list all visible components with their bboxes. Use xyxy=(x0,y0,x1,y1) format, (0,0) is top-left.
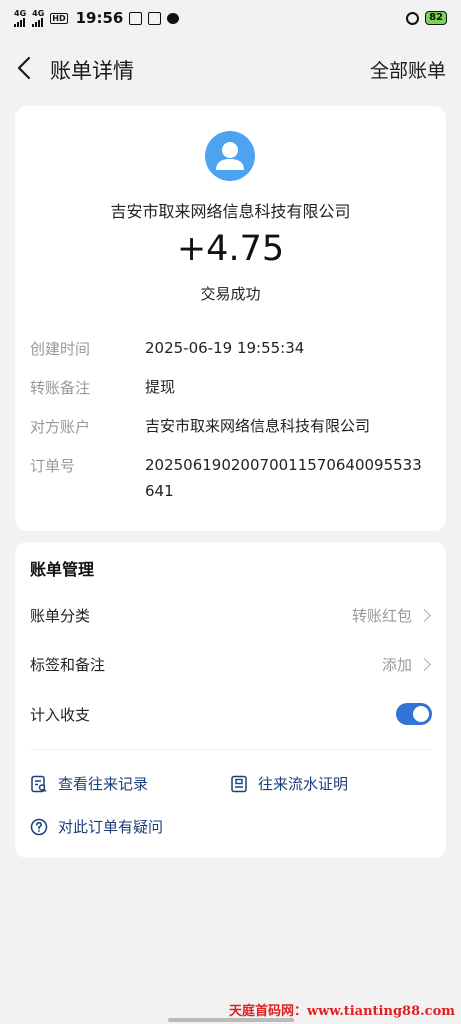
chat-icon xyxy=(167,12,180,24)
include-income-label: 计入收支 xyxy=(30,705,91,724)
bill-category-label: 账单分类 xyxy=(30,607,91,625)
hd-icon: HD xyxy=(50,12,68,24)
detail-row-created: 创建时间 2025-06-19 19:55:34 xyxy=(30,338,435,361)
bill-category-value: 转账红包 xyxy=(351,607,412,625)
watermark: 天庭首码网：www.tianting88.com xyxy=(228,1004,455,1019)
app-notification-icon xyxy=(129,11,143,25)
detail-row-order-number: 订单号 20250619020070011570640095533641 xyxy=(30,455,435,504)
all-bills-button[interactable]: 全部账单 xyxy=(370,56,446,83)
user-icon xyxy=(216,142,244,170)
nav-header: 账单详情 全部账单 xyxy=(0,46,461,90)
avatar xyxy=(205,131,255,181)
divider xyxy=(30,749,432,750)
alarm-icon xyxy=(406,11,420,25)
flow-proof-link[interactable]: 往来流水证明 xyxy=(230,773,348,794)
transaction-card: 吉安市取来网络信息科技有限公司 +4.75 交易成功 创建时间 2025-06-… xyxy=(15,106,446,531)
detail-label: 对方账户 xyxy=(30,418,91,436)
bill-category-row[interactable]: 账单分类 转账红包 xyxy=(30,605,432,626)
app-notification-icon xyxy=(148,11,162,25)
chevron-right-icon xyxy=(418,658,431,671)
detail-row-remark: 转账备注 提现 xyxy=(30,377,435,400)
signal-icon: 4G xyxy=(32,9,44,27)
status-bar: 4G 4G HD 19:56 82 xyxy=(0,0,461,36)
battery-icon: 82 xyxy=(425,11,447,25)
detail-value: 吉安市取来网络信息科技有限公司 xyxy=(145,417,371,435)
detail-value: 提现 xyxy=(145,378,176,396)
tags-notes-value: 添加 xyxy=(381,656,412,674)
detail-row-counterparty: 对方账户 吉安市取来网络信息科技有限公司 xyxy=(30,416,435,439)
view-records-link[interactable]: 查看往来记录 xyxy=(30,773,148,794)
back-button[interactable] xyxy=(14,54,38,82)
chevron-right-icon xyxy=(418,609,431,622)
question-icon xyxy=(30,818,48,836)
chevron-left-icon xyxy=(17,56,31,80)
detail-label: 订单号 xyxy=(30,457,76,475)
tags-notes-label: 标签和备注 xyxy=(30,656,106,674)
flow-proof-label: 往来流水证明 xyxy=(258,775,349,793)
page-title: 账单详情 xyxy=(50,59,134,83)
detail-label: 转账备注 xyxy=(30,379,91,397)
view-records-label: 查看往来记录 xyxy=(58,775,149,793)
merchant-name: 吉安市取来网络信息科技有限公司 xyxy=(110,202,351,221)
detail-label: 创建时间 xyxy=(30,340,91,358)
bill-management-card: 账单管理 账单分类 转账红包 标签和备注 添加 计入收支 查看往来记录 往来流水… xyxy=(15,542,446,858)
include-income-toggle[interactable] xyxy=(396,703,432,725)
transaction-status: 交易成功 xyxy=(200,285,261,303)
document-icon xyxy=(230,775,248,793)
signal-icon: 4G xyxy=(14,9,26,27)
home-indicator[interactable] xyxy=(168,1018,294,1022)
section-title: 账单管理 xyxy=(30,560,95,579)
include-income-row: 计入收支 xyxy=(30,703,432,725)
question-link[interactable]: 对此订单有疑问 xyxy=(30,816,163,837)
detail-value: 2025-06-19 19:55:34 xyxy=(145,339,305,357)
question-label: 对此订单有疑问 xyxy=(58,818,164,836)
record-search-icon xyxy=(30,775,48,793)
order-number: 20250619020070011570640095533641 xyxy=(145,456,422,500)
tags-notes-row[interactable]: 标签和备注 添加 xyxy=(30,654,432,675)
transaction-amount: +4.75 xyxy=(176,229,285,269)
status-time: 19:56 xyxy=(75,9,124,27)
